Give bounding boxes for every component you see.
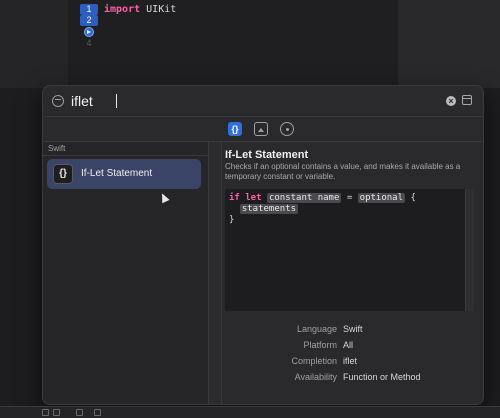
debug-continue-icon[interactable]	[94, 409, 101, 416]
tab-snippets-braces-icon[interactable]: {}	[228, 122, 242, 136]
debug-toggle-icon[interactable]	[42, 409, 49, 416]
debug-step-icon[interactable]	[76, 409, 83, 416]
tab-media-image-icon[interactable]	[254, 122, 268, 136]
meta-row-availability: Availability Function or Method	[225, 370, 475, 386]
tab-colors-palette-icon[interactable]	[280, 122, 294, 136]
section-header-swift: Swift	[48, 144, 66, 153]
meta-value: All	[343, 340, 354, 350]
import-keyword: import	[104, 4, 141, 15]
open-brace: {	[410, 193, 416, 203]
console-toggle-icon[interactable]	[53, 409, 60, 416]
library-search-input[interactable]	[71, 91, 431, 111]
library-search-bar: ×	[43, 86, 483, 117]
meta-value: Swift	[343, 324, 363, 334]
minimap-area	[398, 0, 500, 88]
meta-key: Language	[296, 324, 337, 334]
let-keyword: let	[245, 193, 262, 203]
module-name: UIKit	[146, 4, 177, 15]
placeholder-constant-name: constant name	[266, 193, 342, 203]
if-keyword: if	[229, 193, 240, 203]
snippet-detail: If-Let Statement Checks if an optional c…	[209, 142, 483, 404]
meta-row-platform: Platform All	[225, 338, 475, 354]
snippet-code-preview: if let constant name = optional { statem…	[225, 189, 473, 311]
meta-key: Platform	[303, 340, 337, 350]
placeholder-statements: statements	[239, 204, 299, 214]
text-caret	[116, 94, 117, 108]
meta-key: Completion	[291, 356, 337, 366]
code-preview-scrollbar[interactable]	[465, 189, 474, 311]
debug-bar	[0, 406, 500, 418]
meta-key: Availability	[294, 372, 337, 382]
library-panel: × {} Swift {} If-Let Statement If-Let St…	[42, 85, 484, 405]
line-number-2[interactable]: 2	[80, 15, 98, 26]
list-item-if-let-statement[interactable]: {} If-Let Statement	[47, 159, 201, 204]
placeholder-optional: optional	[357, 193, 406, 203]
meta-value: Function or Method	[343, 372, 421, 382]
snippet-code: if let constant name = optional { statem…	[229, 193, 416, 226]
meta-row-language: Language Swift	[225, 322, 475, 338]
toggle-details-icon[interactable]	[462, 95, 472, 105]
meta-value: iflet	[343, 356, 358, 366]
detail-title: If-Let Statement	[225, 149, 309, 161]
navigator-area	[0, 0, 68, 88]
detail-description: Checks if an optional contains a value, …	[225, 162, 461, 181]
meta-row-completion: Completion iflet	[225, 354, 475, 370]
library-tab-bar: {}	[43, 117, 483, 142]
snippet-metadata: Language Swift Platform All Completion i…	[225, 322, 475, 386]
line-number-gutter[interactable]: 1 2 4	[80, 4, 98, 49]
clear-search-icon[interactable]: ×	[446, 96, 456, 106]
breakpoint-icon[interactable]	[84, 27, 94, 37]
mouse-pointer-icon	[158, 191, 170, 204]
snippet-list[interactable]: Swift {} If-Let Statement	[43, 142, 209, 404]
line-number-4[interactable]: 4	[80, 38, 98, 49]
equals-sign: =	[346, 193, 353, 203]
braces-icon: {}	[53, 164, 73, 184]
detail-splitter[interactable]	[209, 142, 222, 404]
list-item-label: If-Let Statement	[81, 168, 153, 179]
code-line-1[interactable]: import UIKit	[104, 4, 176, 15]
line-number-1[interactable]: 1	[80, 4, 98, 15]
section-divider	[43, 155, 208, 156]
filter-icon[interactable]	[52, 95, 64, 107]
close-brace: }	[229, 215, 235, 225]
